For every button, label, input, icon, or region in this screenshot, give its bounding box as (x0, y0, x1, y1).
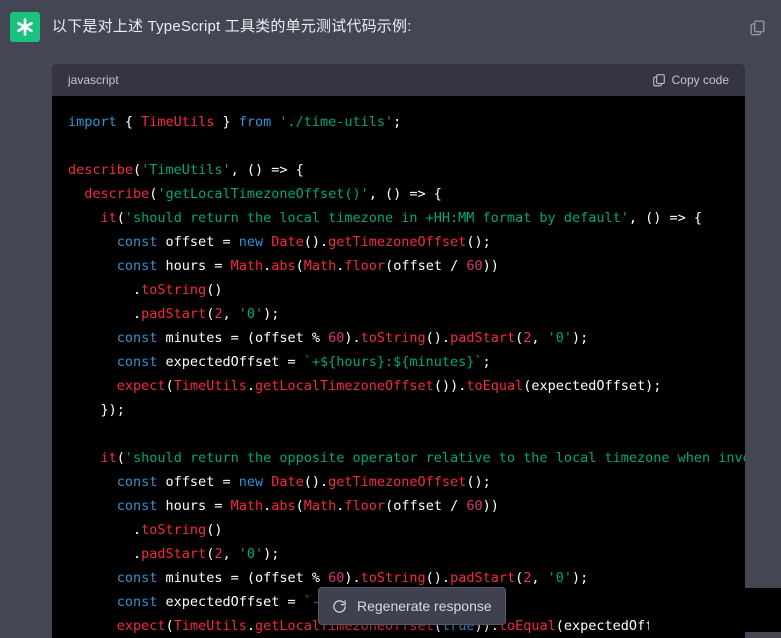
code-line: import { TimeUtils } from './time-utils'… (68, 110, 729, 134)
code-line: describe('getLocalTimezoneOffset()', () … (68, 182, 729, 206)
code-block-header: javascript Copy code (52, 64, 745, 96)
regenerate-label: Regenerate response (357, 598, 492, 614)
code-line: const offset = new Date().getTimezoneOff… (68, 470, 729, 494)
code-line (68, 134, 729, 158)
copy-code-button[interactable]: Copy code (652, 73, 729, 87)
code-line: .toString() (68, 278, 729, 302)
regenerate-button[interactable]: Regenerate response (318, 587, 506, 625)
code-content[interactable]: import { TimeUtils } from './time-utils'… (52, 96, 745, 638)
code-line: it('should return the local timezone in … (68, 206, 729, 230)
code-line: const hours = Math.abs(Math.floor(offset… (68, 494, 729, 518)
code-line: .padStart(2, '0'); (68, 542, 729, 566)
code-line (68, 422, 729, 446)
clipboard-icon (652, 73, 666, 87)
code-line: const offset = new Date().getTimezoneOff… (68, 230, 729, 254)
refresh-icon (332, 599, 347, 614)
copy-code-label: Copy code (672, 73, 729, 87)
code-line: .padStart(2, '0'); (68, 302, 729, 326)
code-language-label: javascript (68, 73, 119, 87)
clipboard-icon (749, 19, 766, 36)
openai-logo-icon (15, 17, 35, 37)
assistant-avatar (10, 12, 40, 42)
code-line: it('should return the opposite operator … (68, 446, 729, 470)
code-line: }); (68, 398, 729, 422)
chat-screen: 以下是对上述 TypeScript 工具类的单元测试代码示例: javascri… (0, 0, 781, 638)
code-block: javascript Copy code import { TimeUtils … (52, 64, 745, 638)
code-line: const hours = Math.abs(Math.floor(offset… (68, 254, 729, 278)
code-line: expect(TimeUtils.getLocalTimezoneOffset(… (68, 374, 729, 398)
code-line: describe('TimeUtils', () => { (68, 158, 729, 182)
code-line: const expectedOffset = `+${hours}:${minu… (68, 350, 729, 374)
black-overlay (649, 588, 781, 632)
code-line: const minutes = (offset % 60).toString()… (68, 326, 729, 350)
code-line: .toString() (68, 518, 729, 542)
message-text: 以下是对上述 TypeScript 工具类的单元测试代码示例: (52, 15, 737, 36)
message-copy-button[interactable] (749, 18, 767, 36)
